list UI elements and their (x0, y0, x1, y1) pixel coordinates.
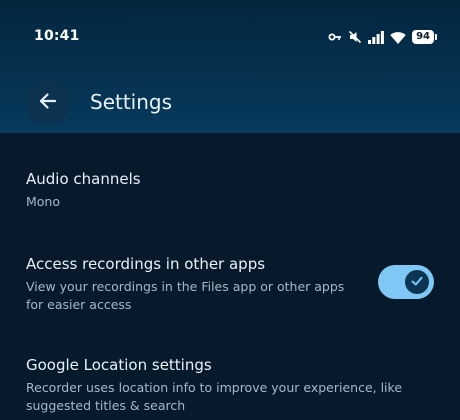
back-button[interactable] (26, 81, 70, 125)
page-title: Settings (90, 90, 173, 114)
audio-channels-title: Audio channels (26, 170, 141, 188)
signal-icon (368, 30, 384, 44)
audio-channels-setting[interactable]: Audio channels Mono (26, 169, 434, 211)
access-recordings-toggle[interactable] (378, 265, 434, 299)
access-recordings-setting[interactable]: Access recordings in other apps View you… (26, 254, 360, 314)
arrow-left-icon (38, 91, 58, 115)
google-location-setting[interactable]: Google Location settings Recorder uses l… (26, 355, 434, 415)
access-recordings-description: View your recordings in the Files app or… (26, 279, 345, 312)
check-icon (410, 273, 424, 292)
vpn-key-icon (328, 32, 342, 42)
google-location-title: Google Location settings (26, 356, 212, 374)
header: 10:41 94 Settings (0, 0, 460, 133)
toggle-thumb (405, 270, 429, 294)
status-icons: 94 (328, 28, 437, 46)
status-bar: 10:41 94 (0, 0, 460, 72)
status-time: 10:41 (34, 28, 80, 44)
settings-screen: 10:41 94 Settings Audio channels Mono Ac… (0, 0, 460, 420)
battery-icon: 94 (412, 30, 437, 44)
mute-icon (348, 30, 362, 44)
google-location-description: Recorder uses location info to improve y… (26, 380, 403, 413)
audio-channels-value: Mono (26, 194, 61, 209)
access-recordings-title: Access recordings in other apps (26, 255, 266, 273)
wifi-icon (390, 31, 406, 44)
